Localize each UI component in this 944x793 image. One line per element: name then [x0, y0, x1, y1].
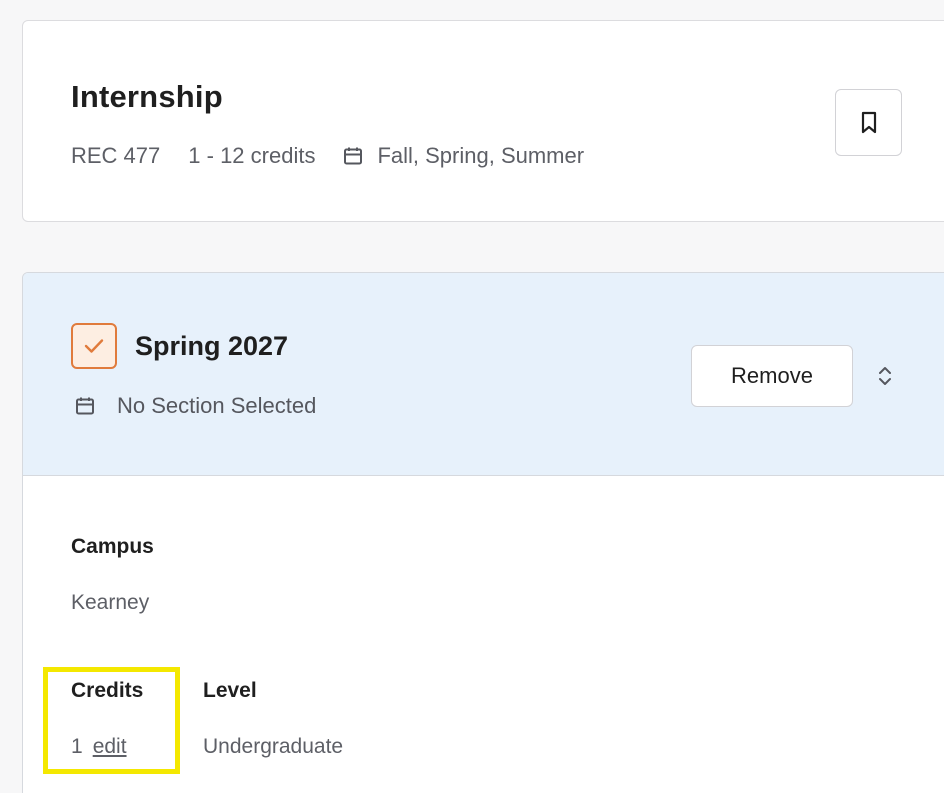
credits-number: 1	[71, 735, 83, 758]
campus-label: Campus	[71, 535, 154, 558]
chevron-up-down-icon	[879, 367, 891, 385]
section-status: No Section Selected	[75, 393, 316, 419]
bookmark-button[interactable]	[835, 89, 902, 156]
course-credits: 1 - 12 credits	[188, 143, 316, 168]
plan-term-card: Spring 2027 No Section Selected Remove C…	[22, 272, 944, 793]
term-label: Spring 2027	[135, 331, 289, 361]
plan-term-header: Spring 2027 No Section Selected Remove	[23, 273, 944, 476]
campus-value: Kearney	[71, 591, 150, 614]
calendar-icon	[76, 397, 94, 415]
term-checkbox[interactable]	[71, 323, 117, 369]
credits-value: 1 edit	[71, 735, 127, 759]
credits-label: Credits	[71, 679, 144, 702]
course-code: REC 477	[71, 143, 161, 168]
course-detail-page: Internship REC 477 1 - 12 credits Fall, …	[0, 0, 944, 793]
credits-edit-link[interactable]: edit	[93, 735, 127, 759]
bookmark-icon	[861, 111, 876, 133]
course-title: Internship	[71, 79, 223, 114]
terms-offered: Fall, Spring, Summer	[343, 143, 584, 169]
course-summary-card: Internship REC 477 1 - 12 credits Fall, …	[22, 20, 944, 222]
checkmark-icon	[84, 339, 104, 353]
remove-button[interactable]: Remove	[691, 345, 853, 407]
level-value: Undergraduate	[203, 735, 344, 758]
terms-offered-label: Fall, Spring, Summer	[377, 143, 585, 168]
level-label: Level	[203, 679, 257, 702]
section-status-label: No Section Selected	[117, 393, 317, 418]
calendar-icon	[344, 147, 363, 165]
course-meta: REC 477 1 - 12 credits Fall, Spring, Sum…	[71, 143, 584, 169]
expand-toggle[interactable]	[871, 361, 899, 391]
